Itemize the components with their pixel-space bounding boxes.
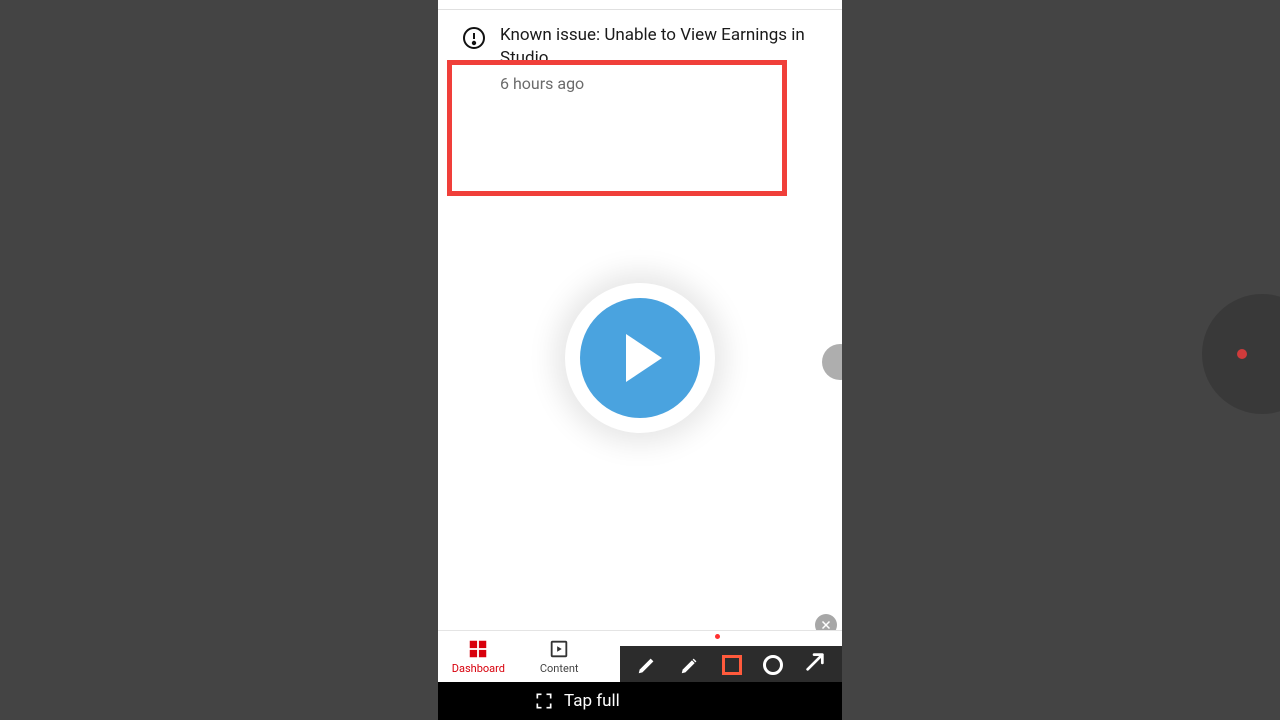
- arrow-tool-icon[interactable]: [804, 651, 826, 679]
- nav-content[interactable]: Content: [519, 631, 600, 682]
- content-icon: [548, 638, 570, 660]
- back-icon[interactable]: [462, 0, 486, 2]
- pen-tool-icon[interactable]: [679, 654, 701, 676]
- nav-dashboard[interactable]: Dashboard: [438, 631, 519, 682]
- header: Notifications: [438, 0, 842, 10]
- dashboard-icon: [467, 638, 489, 660]
- notification-item[interactable]: Known issue: Unable to View Earnings in …: [438, 10, 842, 93]
- nav-label: Content: [540, 662, 579, 675]
- circle-tool-icon[interactable]: [763, 655, 783, 675]
- edge-control-bubble[interactable]: [822, 344, 842, 380]
- play-button[interactable]: [565, 283, 715, 433]
- play-icon: [580, 298, 700, 418]
- brush-tool-icon[interactable]: [636, 654, 658, 676]
- notification-text: Known issue: Unable to View Earnings in …: [500, 24, 824, 93]
- fullscreen-label: Tap full: [564, 691, 620, 711]
- nav-label: Dashboard: [452, 662, 505, 675]
- notification-title: Known issue: Unable to View Earnings in …: [500, 24, 824, 70]
- letterbox-background: Notifications Known issue: Unable to Vie…: [0, 0, 1280, 720]
- rectangle-tool-icon[interactable]: [722, 655, 742, 675]
- notification-time: 6 hours ago: [500, 74, 824, 93]
- record-indicator-icon: [1237, 349, 1247, 359]
- recorder-bubble[interactable]: [1202, 294, 1280, 414]
- fullscreen-icon: [534, 691, 554, 711]
- alert-icon: [462, 26, 486, 50]
- phone-screen: Notifications Known issue: Unable to Vie…: [438, 0, 842, 720]
- fullscreen-hint-bar[interactable]: Tap full: [438, 682, 842, 720]
